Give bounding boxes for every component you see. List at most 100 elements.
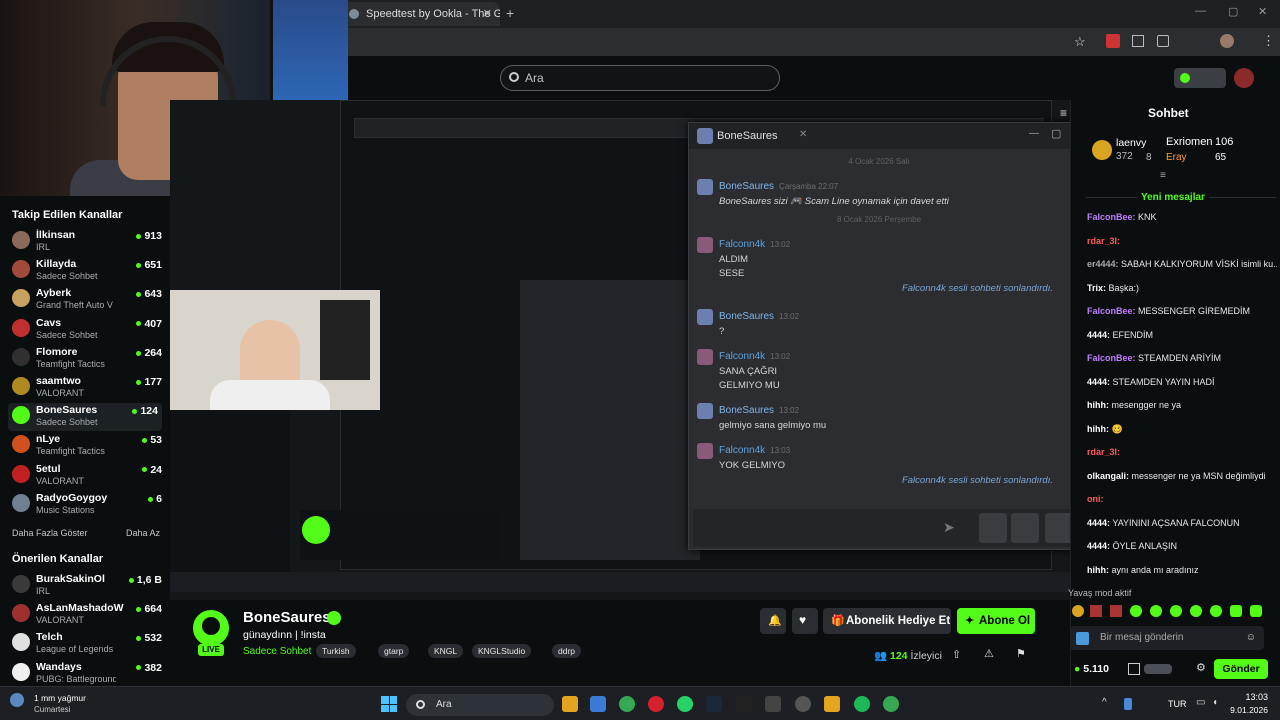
menu-dots-icon[interactable]: ⋮ [1262,33,1275,49]
chat-username[interactable]: rdar_3I: [1087,236,1120,246]
send-icon[interactable]: ➤ [943,519,955,536]
clock-date[interactable]: 9.01.2026 [1222,705,1268,715]
emote-icon[interactable] [1210,605,1222,617]
chat-username[interactable]: FalconBee: [1087,306,1136,316]
chat-username[interactable]: hihh: [1087,400,1109,410]
emote-icon[interactable] [1090,605,1102,617]
show-more-link[interactable]: Daha Fazla Göster [12,528,88,538]
chat-username[interactable]: hihh: [1087,424,1109,434]
volume-icon[interactable]: ◖ [1212,697,1218,708]
chat-username[interactable]: 4444: [1087,518,1110,528]
chat-username[interactable]: rdar_3I: [1087,447,1120,457]
app-icon[interactable] [765,696,781,712]
chat-username[interactable]: Trix: [1087,283,1106,293]
channel-item[interactable]: AsLanMashadoW VALORANT 664 [12,601,162,629]
profile-avatar[interactable] [1220,34,1234,48]
follow-button[interactable]: ✦ Abone Ol [957,608,1035,634]
bookmark-star-icon[interactable]: ☆ [1074,34,1086,50]
stream-category[interactable]: Sadece Sohbet [243,646,311,657]
favorite-button[interactable]: ♥ [792,608,818,634]
channel-item[interactable]: AyberkGrand Theft Auto V (G... 643 [12,286,162,314]
whatsapp-icon[interactable] [677,696,693,712]
collapse-chat-icon[interactable]: ≡ [1060,106,1067,120]
streamer-name[interactable]: BoneSaures [243,609,331,626]
network-icon[interactable]: ▭ [1196,697,1205,708]
copilot-icon[interactable] [590,696,606,712]
emote-icon[interactable] [1170,605,1182,617]
taskbar-search[interactable]: Ara [406,694,554,716]
new-tab-button[interactable]: + [506,5,514,21]
dialog-message-input[interactable]: ➤ [693,509,1079,547]
chat-rules-icon[interactable] [1076,632,1089,645]
streamer-avatar[interactable] [190,607,232,649]
emote-icon[interactable] [1190,605,1202,617]
settings-gear-icon[interactable]: ⚙ [1196,661,1206,674]
puzzle-icon[interactable] [1157,35,1169,47]
send-button[interactable]: Gönder [1214,659,1268,679]
search-input[interactable]: Ara [500,65,780,91]
emote-icon[interactable] [1072,605,1084,617]
chat-username[interactable]: olkangali: [1087,471,1129,481]
weather-text[interactable]: 1 mm yağmur [34,693,86,703]
steam-chat-dialog[interactable]: BoneSaures ✕ — ▢ ✕ 4 Ocak 2026 Salı Bone… [688,122,1089,550]
dialog-header[interactable]: BoneSaures ✕ — ▢ ✕ [689,123,1089,149]
channel-item[interactable]: Cavs Sadece Sohbet 407 [12,316,162,344]
browser-tab[interactable]: Speedtest by Ookla - The Globa ✕ [340,2,500,26]
chat-username[interactable]: er4444: [1087,259,1119,269]
emote-icon[interactable] [1150,605,1162,617]
close-window-icon[interactable]: ✕ [1258,5,1267,18]
emote-icon[interactable] [1230,605,1242,617]
store-icon[interactable] [1128,663,1140,675]
chat-username[interactable]: 4444: [1087,330,1110,340]
channel-item[interactable]: Wandays PUBG: Battlegrounds 382 [12,660,162,688]
extension-icon[interactable] [1132,35,1144,47]
windows-start-icon[interactable] [381,696,397,712]
emoji-picker-icon[interactable]: ☺ [1246,626,1256,650]
close-tab-icon[interactable]: ✕ [483,2,492,26]
channel-item[interactable]: saamtwo VALORANT 177 [12,374,162,402]
chat-username[interactable]: 4444: [1087,541,1110,551]
stream-tag[interactable]: Turkish [316,644,356,658]
channel-item[interactable]: Telch League of Legends 532 [12,630,162,658]
notification-bell-button[interactable]: 🔔 [760,608,786,634]
language-indicator[interactable]: TUR [1168,699,1187,709]
folder-icon[interactable] [824,696,840,712]
close-tab-icon[interactable]: ✕ [799,129,807,140]
show-less-link[interactable]: Daha Az [126,528,160,538]
chat-username[interactable]: 4444: [1087,377,1110,387]
chat-message-input[interactable]: Bir mesaj gönderin ☺ [1070,626,1264,650]
epic-games-icon[interactable] [736,696,752,712]
emoji-icon[interactable] [979,513,1007,543]
chat-username[interactable]: hihh: [1087,565,1109,575]
expand-icon[interactable]: ≡ [1160,170,1166,181]
chat-username[interactable]: FalconBee: [1087,353,1136,363]
clock-time[interactable]: 13:03 [1232,692,1268,702]
maximize-icon[interactable]: ▢ [1051,127,1061,140]
stream-tag[interactable]: KNGL [428,644,464,658]
maximize-icon[interactable]: ▢ [1228,5,1238,18]
chrome-icon[interactable] [619,696,635,712]
gift-subscription-button[interactable]: 🎁 Abonelik Hediye Et [823,608,951,634]
file-explorer-icon[interactable] [562,696,578,712]
channel-item[interactable]: RadyoGoygoy Music Stations 6 [12,491,162,519]
report-icon[interactable]: ⚠ [984,647,994,660]
opera-icon[interactable] [648,696,664,712]
minimize-icon[interactable]: — [1195,5,1206,17]
user-avatar[interactable] [1234,68,1254,88]
attach-icon[interactable] [1011,513,1039,543]
obs-icon[interactable] [795,696,811,712]
channel-item[interactable]: BurakSakinOl IRL 1,6 B [12,572,162,600]
channel-item[interactable]: BoneSaures Sadece Sohbet 124 [8,403,162,432]
voice-icon[interactable] [1045,513,1073,543]
channel-item[interactable]: 5etul VALORANT 24 [12,462,162,490]
wallet-toggle[interactable] [1174,68,1226,88]
tray-chevron-icon[interactable]: ^ [1102,697,1107,708]
channel-item[interactable]: Flomore Teamfight Tactics 264 [12,345,162,373]
share-icon[interactable]: ⇧ [952,648,961,661]
stream-tag[interactable]: ddrp [552,644,582,658]
channel-item[interactable]: Killayda Sadece Sohbet 651 [12,257,162,285]
extension-news-icon[interactable] [1106,34,1120,48]
channel-item[interactable]: İlkinsan IRL 913 [12,228,162,256]
emote-bar[interactable] [1070,603,1274,619]
stream-tag[interactable]: gtarp [378,644,410,658]
